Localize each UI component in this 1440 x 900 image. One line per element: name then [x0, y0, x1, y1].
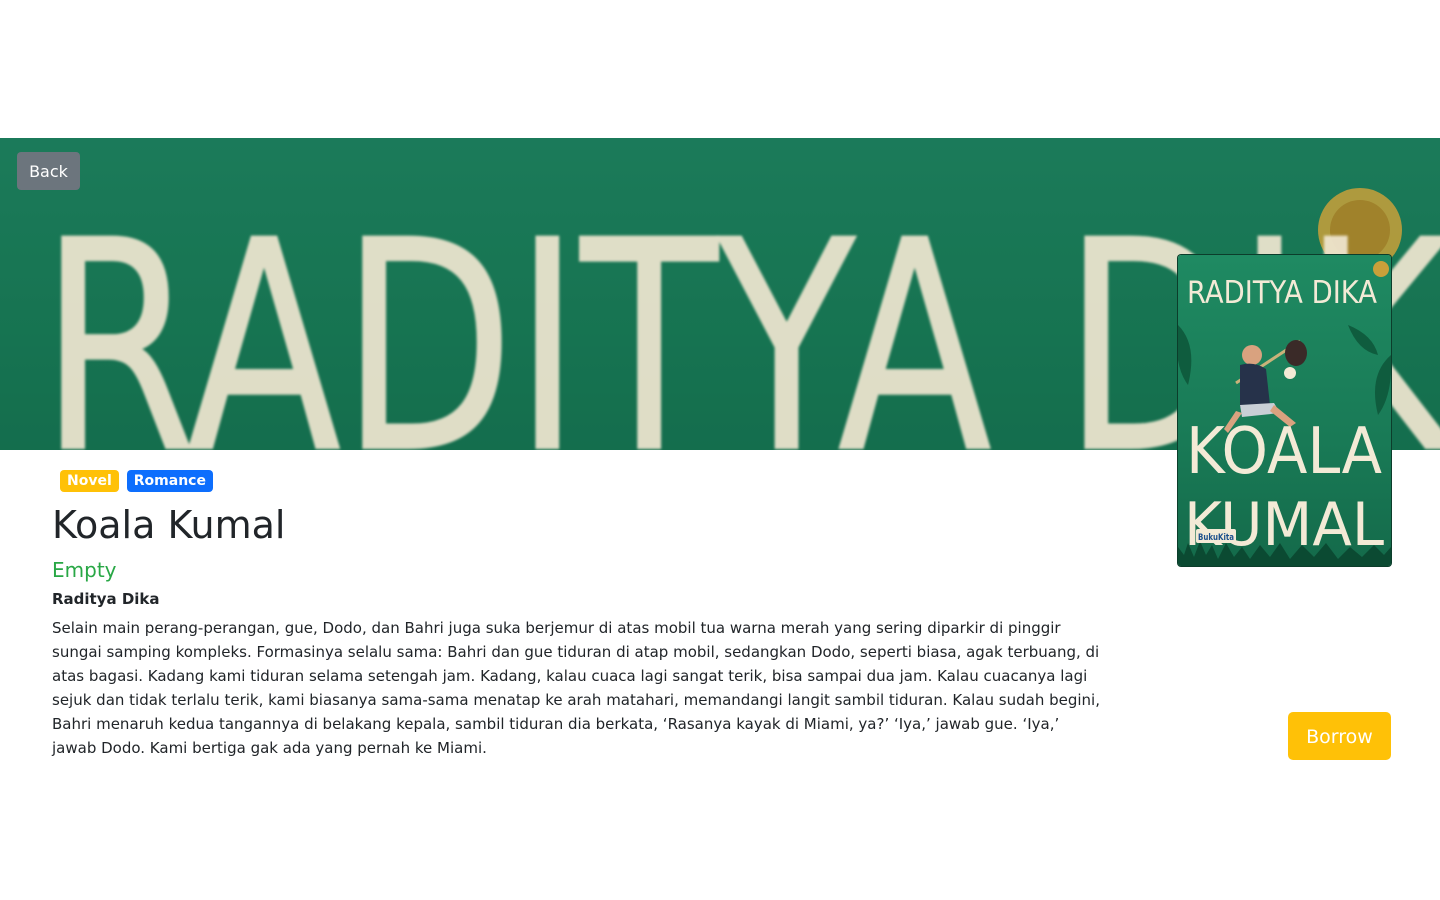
cover-author-text: RADITYA DIKA: [1187, 275, 1377, 311]
cover-title-line2: KUMAL: [1184, 490, 1385, 560]
book-cover: RADITYA DIKA KOALA KUMAL BukuKita: [1178, 255, 1391, 566]
book-description: Selain main perang-perangan, gue, Dodo, …: [52, 619, 1100, 757]
book-detail-page: RADITYA DIKA Back RADITYA DIKA: [0, 0, 1440, 900]
cover-art: RADITYA DIKA KOALA KUMAL BukuKita: [1178, 261, 1391, 566]
availability-status: Empty: [52, 558, 117, 582]
book-title: Koala Kumal: [52, 503, 286, 547]
tag-novel[interactable]: Novel: [60, 470, 119, 492]
cover-publisher: BukuKita: [1198, 533, 1234, 543]
book-author: Raditya Dika: [52, 590, 160, 608]
back-button[interactable]: Back: [17, 152, 80, 190]
cover-title-line1: KOALA: [1186, 415, 1382, 489]
genre-tags: Novel Romance: [60, 470, 213, 492]
tag-romance[interactable]: Romance: [126, 470, 213, 492]
borrow-button[interactable]: Borrow: [1288, 712, 1391, 760]
